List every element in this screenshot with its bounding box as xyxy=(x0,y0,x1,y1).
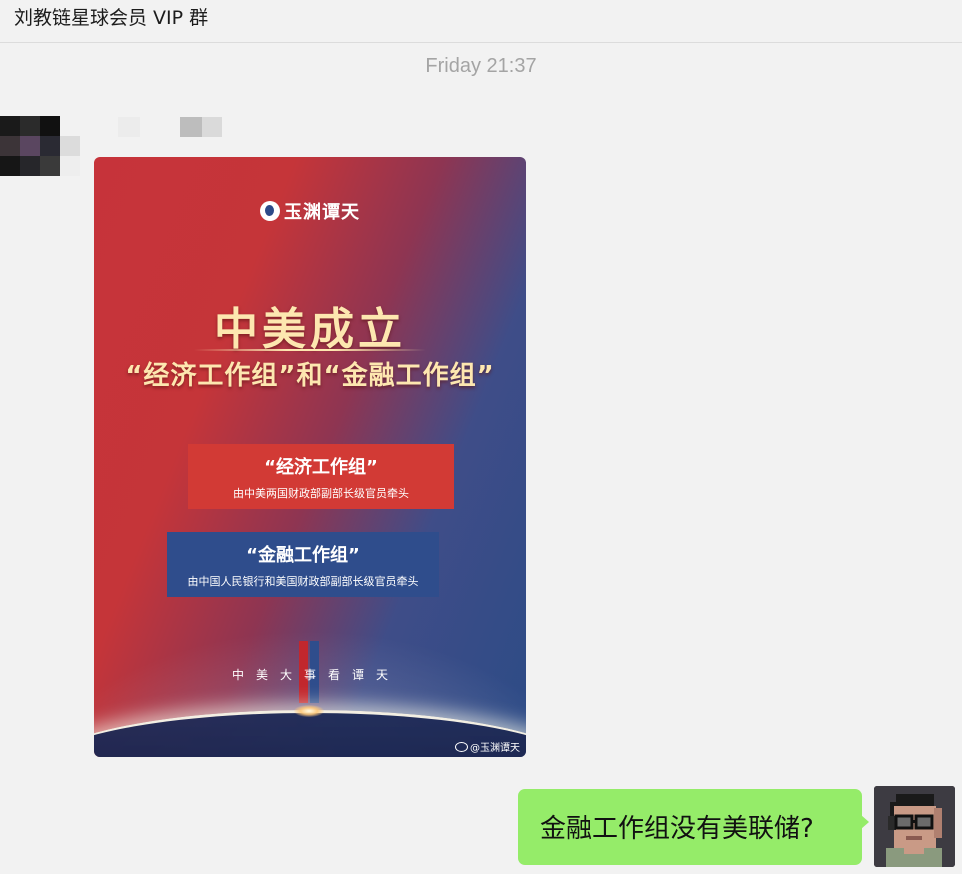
my-avatar[interactable] xyxy=(874,786,955,867)
logo-text: 玉渊谭天 xyxy=(284,202,360,223)
outgoing-message-bubble[interactable]: 金融工作组没有美联储? xyxy=(518,789,869,865)
sunrise-glow xyxy=(294,705,324,717)
chat-title[interactable]: 刘教链星球会员 VIP 群 xyxy=(14,3,208,30)
watermark-text: @玉渊谭天 xyxy=(470,743,520,754)
poster-watermark: @玉渊谭天 xyxy=(455,739,520,754)
image-message[interactable]: 玉渊谭天 中美成立 “经济工作组”和“金融工作组” “经济工作组” 由中美两国财… xyxy=(94,157,526,757)
logo-icon xyxy=(260,201,280,221)
economic-group-description: 由中美两国财政部副部长级官员牵头 xyxy=(233,487,409,500)
financial-group-title: “金融工作组” xyxy=(246,545,360,566)
sender-avatar-pixelated[interactable] xyxy=(0,116,80,176)
financial-group-card: “金融工作组” 由中国人民银行和美国财政部副部长级官员牵头 xyxy=(167,532,439,597)
poster-slogan: 中美大事看谭天 xyxy=(231,668,400,682)
sender-name-pixelated xyxy=(118,117,222,137)
outgoing-message-text: 金融工作组没有美联储? xyxy=(540,814,814,844)
poster-headline: 中美成立 xyxy=(214,304,406,355)
poster-subheadline: “经济工作组”和“金融工作组” xyxy=(125,361,495,391)
pixel-portrait-icon xyxy=(874,786,955,867)
weibo-icon xyxy=(455,741,468,752)
economic-group-card: “经济工作组” 由中美两国财政部副部长级官员牵头 xyxy=(188,444,454,509)
message-timestamp: Friday 21:37 xyxy=(425,55,537,77)
economic-group-title: “经济工作组” xyxy=(264,457,378,478)
headline-divider xyxy=(194,349,426,351)
financial-group-description: 由中国人民银行和美国财政部副部长级官员牵头 xyxy=(187,575,419,588)
poster-logo: 玉渊谭天 xyxy=(260,198,360,224)
chat-header: 刘教链星球会员 VIP 群 xyxy=(0,0,962,43)
